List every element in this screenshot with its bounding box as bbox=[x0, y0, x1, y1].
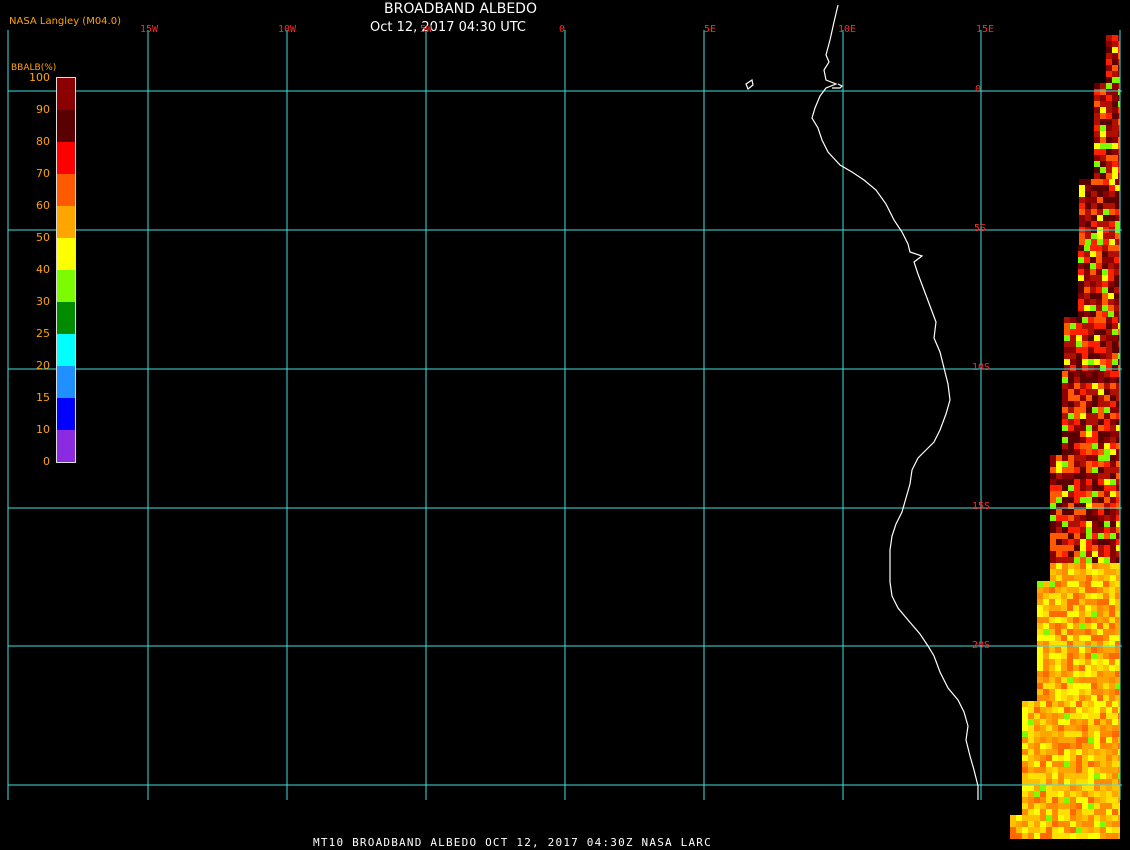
lon-label-15w: 15W bbox=[140, 24, 159, 35]
map-datetime: Oct 12, 2017 04:30 UTC bbox=[370, 20, 526, 35]
colorbar-tick-label: 80 bbox=[36, 135, 50, 148]
colorbar bbox=[56, 77, 76, 463]
lon-label-15e: 15E bbox=[976, 24, 995, 35]
colorbar-tick-label: 30 bbox=[36, 295, 50, 308]
colorbar-swatch bbox=[57, 398, 75, 430]
lat-label-5s: 5S bbox=[974, 223, 987, 234]
colorbar-tick-label: 20 bbox=[36, 359, 50, 372]
colorbar-swatch bbox=[57, 334, 75, 366]
colorbar-tick-label: 60 bbox=[36, 199, 50, 212]
colorbar-tick-label: 0 bbox=[43, 455, 50, 468]
colorbar-swatch bbox=[57, 366, 75, 398]
colorbar-tick-label: 50 bbox=[36, 231, 50, 244]
lon-label-5w: 5W bbox=[420, 24, 433, 35]
colorbar-swatch bbox=[57, 430, 75, 462]
map-title: BROADBAND ALBEDO bbox=[384, 1, 537, 17]
lon-label-5e: 5E bbox=[704, 24, 717, 35]
colorbar-swatch bbox=[57, 110, 75, 142]
footer-caption: MT10 BROADBAND ALBEDO OCT 12, 2017 04:30… bbox=[313, 836, 712, 849]
colorbar-tick-label: 10 bbox=[36, 423, 50, 436]
colorbar-tick-label: 40 bbox=[36, 263, 50, 276]
colorbar-swatch bbox=[57, 270, 75, 302]
albedo-map bbox=[0, 0, 1130, 850]
lon-label-10e: 10E bbox=[838, 24, 857, 35]
colorbar-tick-label: 25 bbox=[36, 327, 50, 340]
colorbar-swatch bbox=[57, 206, 75, 238]
colorbar-swatch bbox=[57, 174, 75, 206]
lon-label-0: 0 bbox=[559, 24, 566, 35]
lat-label-15s: 15S bbox=[972, 501, 991, 512]
lon-label-10w: 10W bbox=[278, 24, 297, 35]
lat-label-0: 0 bbox=[975, 84, 982, 95]
colorbar-swatch bbox=[57, 302, 75, 334]
colorbar-tick-label: 70 bbox=[36, 167, 50, 180]
colorbar-swatch bbox=[57, 238, 75, 270]
colorbar-tick-label: 15 bbox=[36, 391, 50, 404]
lat-label-20s: 20S bbox=[972, 640, 991, 651]
colorbar-tick-label: 90 bbox=[36, 103, 50, 116]
colorbar-tick-label: 100 bbox=[29, 71, 50, 84]
colorbar-swatch bbox=[57, 142, 75, 174]
colorbar-swatch bbox=[57, 78, 75, 110]
source-label: NASA Langley (M04.0) bbox=[9, 16, 121, 27]
lat-label-10s: 10S bbox=[972, 362, 991, 373]
